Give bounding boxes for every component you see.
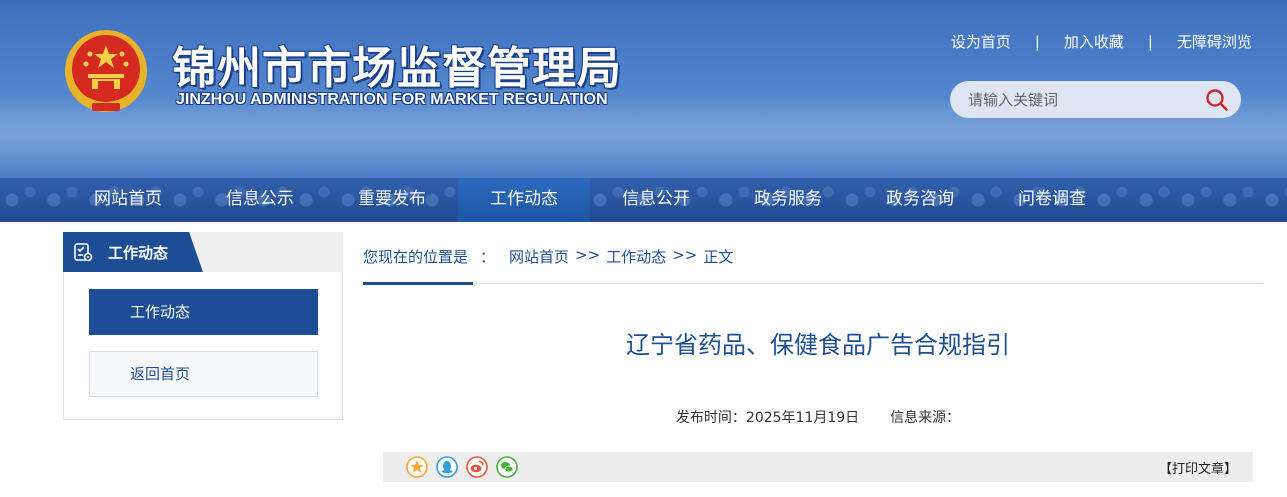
site-title: 锦州市市场监督管理局 [172,43,622,94]
nav-item-gov-services[interactable]: 政务服务 [722,178,854,222]
site-subtitle: JINZHOU ADMINISTRATION FOR MARKET REGULA… [176,91,608,108]
share-icons [406,456,526,478]
weibo-icon[interactable] [466,456,488,478]
sidebar-heading: 工作动态 [108,244,169,262]
wechat-icon[interactable] [496,456,518,478]
favorite-icon[interactable] [406,456,428,478]
nav-item-important-releases[interactable]: 重要发布 [326,178,458,222]
search-box [950,81,1241,118]
publish-date: 发布时间：2025年11月19日 [675,410,860,426]
info-source: 信息来源： [890,410,961,426]
main-nav-bar: 网站首页 信息公示 重要发布 工作动态 信息公开 政务服务 政务咨询 问卷调查 [0,178,1287,222]
nav-item-info-disclosure[interactable]: 信息公开 [590,178,722,222]
breadcrumb-underline [363,282,473,285]
sidebar-header-tab: 工作动态 [63,232,203,272]
top-links: 设为首页 | 加入收藏 | 无障碍浏览 [951,31,1252,52]
accessibility-link[interactable]: 无障碍浏览 [1177,31,1252,52]
checklist-gear-icon [74,243,93,262]
breadcrumb-separator: >> [672,246,698,264]
breadcrumb-container: 您现在的位置是 ： 网站首页 >> 工作动态 >> 正文 [363,232,1263,285]
print-article-link[interactable]: 【打印文章】 [1159,458,1237,477]
nav-item-work-news[interactable]: 工作动态 [458,178,590,222]
qq-icon[interactable] [436,456,458,478]
breadcrumb-work-news-link[interactable]: 工作动态 [606,246,666,267]
nav-item-home[interactable]: 网站首页 [62,178,194,222]
national-emblem-icon [65,30,147,112]
breadcrumb-current: 正文 [703,248,734,266]
breadcrumb-colon: ： [480,248,496,266]
link-separator: | [1147,32,1153,51]
article-meta: 发布时间：2025年11月19日 信息来源： [363,407,1273,427]
sidebar-item-back-home[interactable]: 返回首页 [89,351,318,397]
breadcrumb-prefix: 您现在的位置是 [363,248,469,266]
breadcrumb-home-link[interactable]: 网站首页 [509,246,569,267]
search-input[interactable] [968,88,1198,111]
set-homepage-link[interactable]: 设为首页 [951,31,1011,52]
nav-item-survey[interactable]: 问卷调查 [986,178,1118,222]
search-icon[interactable] [1205,88,1229,112]
article-title: 辽宁省药品、保健食品广告合规指引 [626,331,1010,359]
main-nav: 网站首页 信息公示 重要发布 工作动态 信息公开 政务服务 政务咨询 问卷调查 [62,178,1118,222]
breadcrumb: 您现在的位置是 ： 网站首页 >> 工作动态 >> 正文 [363,246,733,267]
nav-item-gov-consulting[interactable]: 政务咨询 [854,178,986,222]
nav-item-info-publicity[interactable]: 信息公示 [194,178,326,222]
add-favorite-link[interactable]: 加入收藏 [1064,31,1124,52]
link-separator: | [1034,32,1040,51]
breadcrumb-separator: >> [575,246,601,264]
sidebar-header: 工作动态 [63,232,343,272]
share-bar: 【打印文章】 [383,452,1253,482]
sidebar-menu: 工作动态 返回首页 [63,272,343,420]
sidebar-item-work-news[interactable]: 工作动态 [89,289,318,335]
